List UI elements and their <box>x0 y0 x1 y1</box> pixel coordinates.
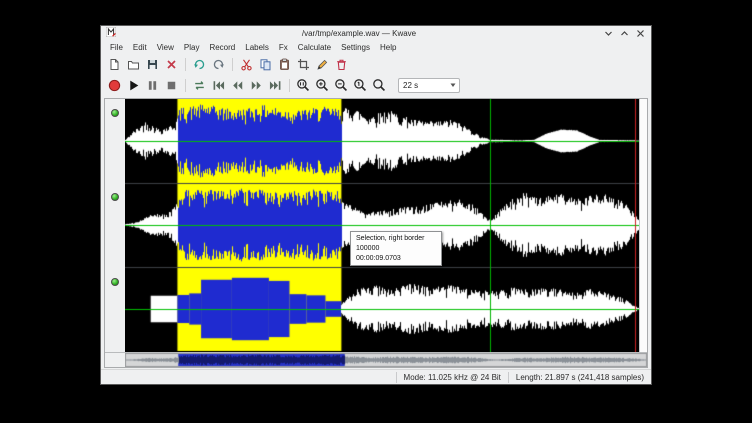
zoom-100-icon <box>353 78 368 93</box>
menu-labels[interactable]: Labels <box>240 43 274 52</box>
window-title: /var/tmp/example.wav — Kwave <box>120 29 598 38</box>
redo-button[interactable] <box>210 56 227 73</box>
save-icon <box>146 58 159 71</box>
go-last-button[interactable] <box>267 77 284 94</box>
zoom-all-button[interactable] <box>371 77 388 94</box>
waveform-display[interactable] <box>125 99 639 352</box>
zoom-in-button[interactable] <box>314 77 331 94</box>
copy-button[interactable] <box>257 56 274 73</box>
menubar: File Edit View Play Record Labels Fx Cal… <box>101 40 651 54</box>
menu-record[interactable]: Record <box>204 43 240 52</box>
menu-edit[interactable]: Edit <box>128 43 152 52</box>
kwave-window: /var/tmp/example.wav — Kwave File Edit V… <box>100 25 652 385</box>
zoom-out-button[interactable] <box>333 77 350 94</box>
copy-icon <box>259 58 272 71</box>
pause-icon <box>145 78 160 93</box>
delete-button[interactable] <box>333 56 350 73</box>
zoom-combobox-value: 22 s <box>399 81 447 90</box>
close-file-button[interactable] <box>163 56 180 73</box>
save-file-button[interactable] <box>144 56 161 73</box>
track-controls-column <box>105 99 125 352</box>
crop-icon <box>297 58 310 71</box>
toolbar-separator <box>232 58 233 71</box>
statusbar: Mode: 11.025 kHz @ 24 Bit Length: 21.897… <box>101 369 651 384</box>
status-mode: Mode: 11.025 kHz @ 24 Bit <box>396 372 508 383</box>
stop-icon <box>164 78 179 93</box>
loop-button[interactable] <box>191 77 208 94</box>
toolbar-separator <box>185 58 186 71</box>
rewind-icon <box>230 78 245 93</box>
new-file-button[interactable] <box>106 56 123 73</box>
vertical-scrollbar[interactable] <box>639 99 647 352</box>
menu-help[interactable]: Help <box>375 43 401 52</box>
maximize-button[interactable] <box>618 27 630 39</box>
pause-button[interactable] <box>144 77 161 94</box>
go-first-button[interactable] <box>210 77 227 94</box>
close-file-icon <box>165 58 178 71</box>
redo-icon <box>212 58 225 71</box>
edit-pencil-icon <box>316 58 329 71</box>
titlebar[interactable]: /var/tmp/example.wav — Kwave <box>101 26 651 40</box>
overview-spacer <box>105 353 125 367</box>
minimize-button[interactable] <box>602 27 614 39</box>
zoom-100-button[interactable] <box>352 77 369 94</box>
toolbar-separator <box>185 79 186 92</box>
status-length: Length: 21.897 s (241,418 samples) <box>508 372 651 383</box>
go-last-icon <box>268 78 283 93</box>
stop-button[interactable] <box>163 77 180 94</box>
playback-toolbar: 22 s <box>101 74 651 96</box>
cut-icon <box>240 58 253 71</box>
track-1-led-icon[interactable] <box>111 109 119 117</box>
menu-calculate[interactable]: Calculate <box>293 43 336 52</box>
waveform-canvas[interactable] <box>125 99 639 352</box>
record-icon <box>107 78 122 93</box>
undo-icon <box>193 58 206 71</box>
file-toolbar <box>101 54 651 74</box>
tooltip-time: 00:00:09.0703 <box>356 254 436 264</box>
edit-button[interactable] <box>314 56 331 73</box>
zoom-all-icon <box>372 78 387 93</box>
close-button[interactable] <box>634 27 646 39</box>
menu-file[interactable]: File <box>105 43 128 52</box>
delete-trash-icon <box>335 58 348 71</box>
zoom-selection-icon <box>296 78 311 93</box>
forward-icon <box>249 78 264 93</box>
zoom-combobox[interactable]: 22 s <box>398 78 460 93</box>
loop-icon <box>192 78 207 93</box>
selection-tooltip: Selection, right border 100000 00:00:09.… <box>350 231 442 266</box>
overview-row <box>105 352 647 367</box>
zoom-out-icon <box>334 78 349 93</box>
open-file-button[interactable] <box>125 56 142 73</box>
play-button[interactable] <box>125 77 142 94</box>
record-button[interactable] <box>106 77 123 94</box>
crop-button[interactable] <box>295 56 312 73</box>
menu-fx[interactable]: Fx <box>274 43 293 52</box>
go-first-icon <box>211 78 226 93</box>
toolbar-separator <box>289 79 290 92</box>
track-3-led-icon[interactable] <box>111 278 119 286</box>
undo-button[interactable] <box>191 56 208 73</box>
track-1-controls <box>105 99 125 183</box>
tooltip-title: Selection, right border <box>356 234 436 244</box>
play-icon <box>126 78 141 93</box>
track-2-led-icon[interactable] <box>111 193 119 201</box>
paste-icon <box>278 58 291 71</box>
cut-button[interactable] <box>238 56 255 73</box>
zoom-in-icon <box>315 78 330 93</box>
tooltip-samples: 100000 <box>356 244 436 254</box>
track-3-controls <box>105 268 125 352</box>
menu-view[interactable]: View <box>152 43 179 52</box>
forward-button[interactable] <box>248 77 265 94</box>
overview-slider[interactable] <box>125 353 647 367</box>
rewind-button[interactable] <box>229 77 246 94</box>
tracks-area <box>105 99 647 352</box>
chevron-down-icon <box>447 81 459 89</box>
menu-play[interactable]: Play <box>179 43 205 52</box>
zoom-selection-button[interactable] <box>295 77 312 94</box>
menu-settings[interactable]: Settings <box>336 43 375 52</box>
new-file-icon <box>108 58 121 71</box>
open-folder-icon <box>127 58 140 71</box>
track-2-controls <box>105 183 125 267</box>
paste-button[interactable] <box>276 56 293 73</box>
